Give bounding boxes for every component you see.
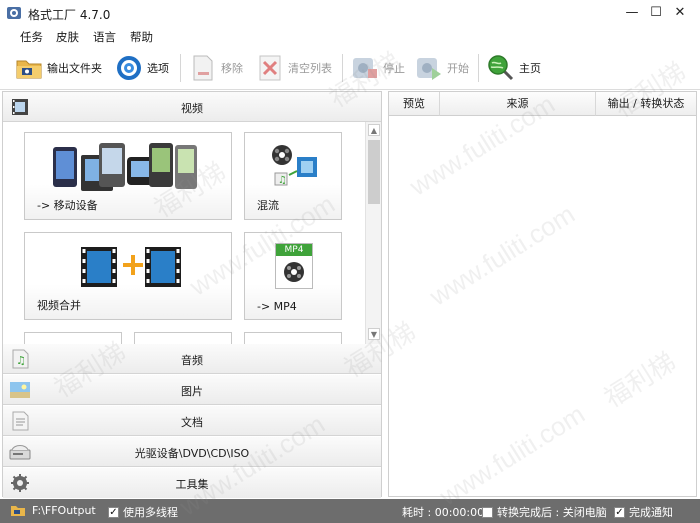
svg-text:♫: ♫	[278, 175, 287, 186]
tile-mux[interactable]: ♫ 混流	[244, 132, 342, 220]
tile-mobile-label: -> 移动设备	[37, 199, 98, 212]
start-label: 开始	[447, 62, 469, 75]
minimize-button[interactable]: —	[622, 3, 642, 23]
mobile-devices-icon	[53, 143, 197, 191]
notify-label: 完成通知	[629, 506, 673, 519]
stop-label: 停止	[383, 62, 405, 75]
category-image-label: 图片	[181, 385, 203, 398]
multithread-checkbox[interactable]: ✓	[108, 506, 119, 518]
start-button[interactable]: 开始	[414, 52, 469, 84]
tile-partial[interactable]	[24, 332, 122, 344]
home-globe-icon	[488, 55, 514, 81]
video-join-icon	[81, 247, 181, 287]
app-logo-icon	[7, 7, 21, 19]
category-tools[interactable]: 工具集	[3, 468, 381, 498]
clear-list-label: 清空列表	[288, 62, 332, 75]
output-path-item[interactable]: F:\FFOutput	[10, 504, 96, 517]
window-title: 格式工厂 4.7.0	[28, 8, 111, 22]
category-video[interactable]: 视频	[3, 92, 381, 122]
tile-video-join[interactable]: 视频合并	[24, 232, 232, 320]
task-list[interactable]: 预览 来源 输出 / 转换状态	[388, 91, 697, 497]
toolbar: 输出文件夹 选项 移除 清空列表 停止 开始 主页	[0, 46, 700, 90]
elapsed-time: 耗时 : 00:00:00	[402, 504, 484, 520]
output-folder-label: 输出文件夹	[47, 62, 102, 75]
folder-small-icon	[11, 506, 25, 516]
category-document[interactable]: 文档	[3, 406, 381, 436]
category-document-label: 文档	[181, 416, 203, 429]
after-convert-label: 转换完成后 : 关闭电脑	[497, 506, 607, 519]
menu-task[interactable]: 任务	[20, 29, 43, 45]
tile-partial[interactable]	[244, 332, 342, 344]
options-label: 选项	[147, 62, 169, 75]
tile-mp4[interactable]: MP4 -> MP4	[244, 232, 342, 320]
mux-icon: ♫	[272, 145, 317, 186]
stop-button[interactable]: 停止	[350, 52, 405, 84]
menu-help[interactable]: 帮助	[130, 29, 153, 45]
home-label: 主页	[519, 62, 541, 75]
column-preview[interactable]: 预览	[389, 92, 440, 116]
multithread-toggle[interactable]: ✓ 使用多线程	[108, 504, 178, 520]
category-audio[interactable]: ♫ 音频	[3, 344, 381, 374]
notify-checkbox[interactable]: ✓	[614, 506, 625, 518]
category-audio-label: 音频	[181, 354, 203, 367]
tile-mp4-label: -> MP4	[257, 300, 297, 313]
home-button[interactable]: 主页	[486, 52, 541, 84]
scroll-thumb[interactable]	[368, 140, 380, 204]
tile-mobile-device[interactable]: -> 移动设备	[24, 132, 232, 220]
scroll-down-arrow-icon[interactable]: ▼	[368, 328, 380, 340]
category-optical-label: 光驱设备\DVD\CD\ISO	[134, 447, 250, 460]
settings-disc-icon	[117, 56, 141, 80]
category-image[interactable]: 图片	[3, 375, 381, 405]
after-convert-toggle[interactable]: 转换完成后 : 关闭电脑	[482, 504, 607, 520]
tile-partial[interactable]	[134, 332, 232, 344]
output-folder-button[interactable]: 输出文件夹	[14, 52, 102, 84]
close-button[interactable]: ✕	[670, 3, 690, 23]
tile-video-join-label: 视频合并	[37, 299, 81, 312]
column-source[interactable]: 来源	[440, 92, 596, 116]
title-bar: 格式工厂 4.7.0 — ☐ ✕	[0, 0, 700, 26]
column-output-status[interactable]: 输出 / 转换状态	[596, 92, 696, 116]
elapsed-label: 耗时 : 00:00:00	[402, 506, 485, 519]
status-bar: F:\FFOutput ✓ 使用多线程 耗时 : 00:00:00 转换完成后 …	[0, 499, 700, 523]
options-button[interactable]: 选项	[114, 52, 169, 84]
maximize-button[interactable]: ☐	[646, 3, 666, 23]
mp4-file-icon: MP4	[275, 243, 313, 289]
start-icon	[417, 58, 441, 80]
remove-file-icon	[193, 55, 213, 81]
clear-list-button[interactable]: 清空列表	[255, 52, 332, 84]
toolbar-separator	[478, 54, 479, 82]
notify-toggle[interactable]: ✓ 完成通知	[614, 504, 673, 520]
output-path: F:\FFOutput	[32, 504, 96, 517]
clear-x-icon	[259, 55, 281, 81]
conversion-panel: 视频 -> 移动设备 ♫ 混流 视频合并 MP4 -> MP4 ▲ ▼ ♫ 音频…	[2, 91, 382, 498]
mp4-badge: MP4	[276, 244, 312, 256]
after-convert-checkbox[interactable]	[482, 506, 493, 518]
remove-button[interactable]: 移除	[188, 52, 243, 84]
category-video-label: 视频	[181, 102, 203, 115]
scroll-up-arrow-icon[interactable]: ▲	[368, 124, 380, 136]
video-tiles-area: -> 移动设备 ♫ 混流 视频合并 MP4 -> MP4 ▲ ▼	[3, 122, 381, 344]
toolbar-separator	[180, 54, 181, 82]
menu-bar: 任务 皮肤 语言 帮助	[0, 26, 700, 46]
tile-mux-label: 混流	[257, 199, 279, 212]
category-optical-drive[interactable]: 光驱设备\DVD\CD\ISO	[3, 437, 381, 467]
tiles-scrollbar[interactable]: ▲ ▼	[365, 122, 381, 344]
menu-language[interactable]: 语言	[93, 29, 116, 45]
remove-label: 移除	[221, 62, 243, 75]
folder-icon	[16, 60, 42, 79]
category-tools-label: 工具集	[175, 478, 209, 491]
menu-skin[interactable]: 皮肤	[56, 29, 79, 45]
toolbar-separator	[342, 54, 343, 82]
film-reel-icon	[284, 262, 304, 282]
stop-icon	[353, 58, 377, 78]
multithread-label: 使用多线程	[123, 506, 178, 519]
